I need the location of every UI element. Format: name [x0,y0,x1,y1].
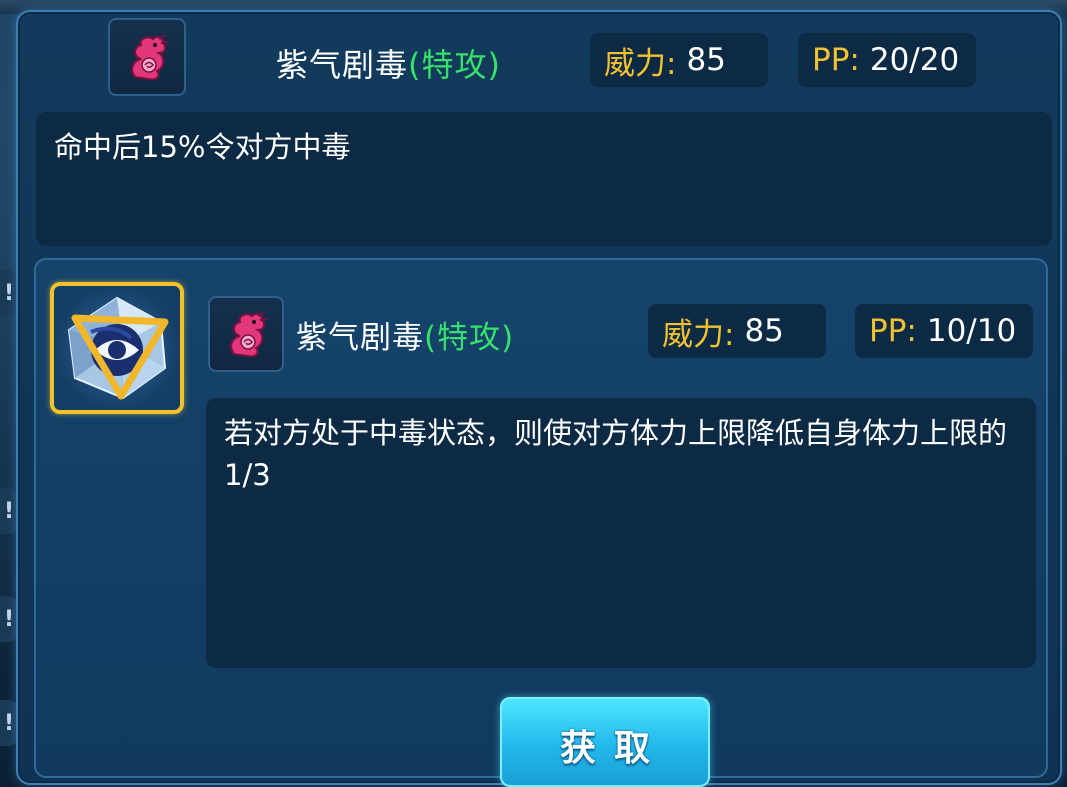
get-button[interactable]: 获取 [500,697,710,787]
current-power-value: 85 [686,42,726,78]
new-skill-title: 紫气剧毒 [296,320,424,356]
current-skill-name: 紫气剧毒(特攻) [276,40,501,86]
new-skill-description: 若对方处于中毒状态，则使对方体力上限降低自身体力上限的1/3 [206,398,1036,668]
current-skill-title: 紫气剧毒 [276,46,409,84]
new-power-value: 85 [744,313,784,349]
current-power-label: 威力: [604,45,677,82]
new-pp-label: PP: [869,313,917,349]
new-skill-category: (特攻) [424,320,515,356]
current-pp-value: 20/20 [869,42,960,78]
new-pp-value: 10/10 [926,313,1017,349]
new-power-label: 威力: [662,316,735,353]
new-skill-name: 紫气剧毒(特攻) [296,312,514,357]
current-skill-category: (特攻) [408,46,501,84]
poison-dragon-icon-graphic [131,34,169,81]
skill-stone-icon [67,296,169,400]
skill-stone-item[interactable] [50,282,184,414]
new-pp-box: PP: 10/10 [855,304,1033,358]
current-pp-box: PP: 20/20 [798,33,976,87]
poison-dragon-icon-graphic [230,311,268,358]
current-pp-label: PP: [812,42,860,78]
new-power-box: 威力: 85 [648,304,826,358]
poison-dragon-icon [208,296,284,372]
current-skill-description: 命中后15%令对方中毒 [36,112,1052,246]
poison-dragon-icon [108,18,186,96]
current-power-box: 威力: 85 [590,33,768,87]
